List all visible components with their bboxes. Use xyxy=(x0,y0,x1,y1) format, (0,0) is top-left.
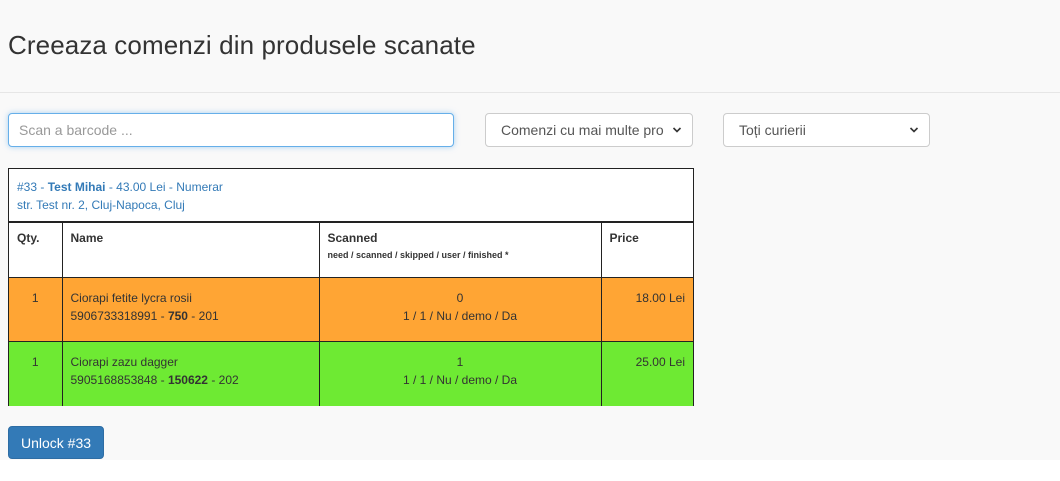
item-ref: 202 xyxy=(218,373,239,387)
item-name-cell: Ciorapi fetite lycra rosii 5906733318991… xyxy=(61,277,320,342)
order-payment: Numerar xyxy=(176,180,223,194)
item-price: 25.00 Lei xyxy=(600,341,693,406)
order-summary-line: #33 - Test Mihai - 43.00 Lei - Numerar xyxy=(17,180,223,194)
item-barcode: 5906733318991 xyxy=(70,309,158,323)
order-address: str. Test nr. 2, Cluj-Napoca, Cluj xyxy=(17,198,185,212)
item-scanned-cell: 1 1 / 1 / Nu / demo / Da xyxy=(318,341,602,406)
item-scanned-count: 1 xyxy=(456,355,464,369)
table-row: 1 Ciorapi zazu dagger 5905168853848 - 15… xyxy=(9,341,693,406)
couriers-filter-select[interactable]: Toți curierii xyxy=(723,113,930,147)
table-header-row: Qty. Name Scanned need / scanned / skipp… xyxy=(9,222,693,278)
column-name: Name xyxy=(61,222,320,278)
item-name: Ciorapi fetite lycra rosii xyxy=(70,291,192,305)
order-items-table: Qty. Name Scanned need / scanned / skipp… xyxy=(9,222,693,406)
order-customer: Test Mihai xyxy=(47,180,106,194)
item-scan-detail: 1 / 1 / Nu / demo / Da xyxy=(402,309,518,323)
item-codes: 5905168853848 - 150622 - 202 xyxy=(70,373,239,387)
item-barcode: 5905168853848 xyxy=(70,373,158,387)
table-row: 1 Ciorapi fetite lycra rosii 59067333189… xyxy=(9,277,693,342)
item-scanned-count: 0 xyxy=(456,291,464,305)
column-price: Price xyxy=(600,222,693,278)
order-card: #33 - Test Mihai - 43.00 Lei - Numerar s… xyxy=(8,168,694,406)
title-divider xyxy=(0,92,1060,93)
column-scanned-legend: need / scanned / skipped / user / finish… xyxy=(327,250,509,260)
item-qty: 1 xyxy=(9,341,63,406)
item-scanned-cell: 0 1 / 1 / Nu / demo / Da xyxy=(318,277,602,342)
item-code: 150622 xyxy=(167,373,208,387)
chevron-down-icon xyxy=(672,127,682,133)
item-ref: 201 xyxy=(198,309,219,323)
item-name: Ciorapi zazu dagger xyxy=(70,355,178,369)
item-qty: 1 xyxy=(9,277,63,342)
item-name-cell: Ciorapi zazu dagger 5905168853848 - 1506… xyxy=(61,341,320,406)
item-price: 18.00 Lei xyxy=(600,277,693,342)
order-number: #33 xyxy=(17,180,38,194)
column-qty: Qty. xyxy=(9,222,63,278)
barcode-scan-input[interactable] xyxy=(8,113,454,147)
page-title: Creeaza comenzi din produsele scanate xyxy=(8,30,476,60)
page: Creeaza comenzi din produsele scanate Co… xyxy=(0,0,1060,460)
chevron-down-icon xyxy=(909,127,919,133)
column-scanned: Scanned need / scanned / skipped / user … xyxy=(318,222,602,278)
couriers-filter-value: Toți curierii xyxy=(739,122,806,138)
item-code: 750 xyxy=(167,309,188,323)
orders-filter-select[interactable]: Comenzi cu mai multe pro xyxy=(485,113,693,147)
orders-filter-value: Comenzi cu mai multe pro xyxy=(501,122,664,138)
order-total: 43.00 Lei xyxy=(116,180,166,194)
item-codes: 5906733318991 - 750 - 201 xyxy=(70,309,219,323)
column-scanned-label: Scanned xyxy=(327,231,378,245)
order-header: #33 - Test Mihai - 43.00 Lei - Numerar s… xyxy=(9,169,693,222)
unlock-order-button[interactable]: Unlock #33 xyxy=(8,426,104,459)
item-scan-detail: 1 / 1 / Nu / demo / Da xyxy=(402,373,518,387)
